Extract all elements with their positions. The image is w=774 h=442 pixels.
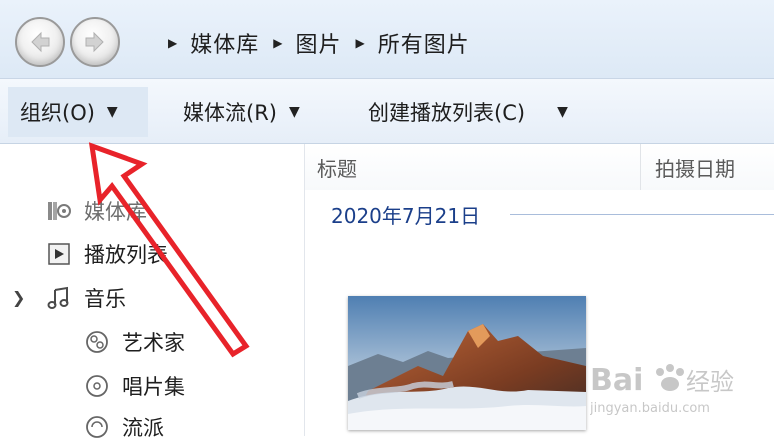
stream-button[interactable]: 媒体流(R) ▼ [183, 87, 300, 137]
nav-label-music: 音乐 [84, 287, 126, 311]
watermark-url: jingyan.baidu.com [590, 401, 710, 416]
photo-thumbnail[interactable] [348, 296, 586, 430]
artist-icon [86, 331, 108, 353]
group-divider [510, 214, 774, 215]
nav-label-playlists: 播放列表 [84, 243, 168, 267]
arrow-left-icon [31, 31, 50, 53]
nav-label-artist: 艺术家 [122, 331, 185, 355]
baidu-paw-icon: Bai 经验 jingyan.baidu.com [589, 363, 734, 416]
watermark-brand-2: 经验 [686, 368, 734, 396]
chevron-right-icon[interactable]: ▶ [273, 36, 283, 50]
column-header-date[interactable]: 拍摄日期 [641, 144, 774, 190]
back-button[interactable] [15, 17, 65, 67]
nav-item-music[interactable]: 音乐 [46, 283, 126, 313]
command-bar: 组织(O) ▼ 媒体流(R) ▼ 创建播放列表(C) ▼ [0, 78, 774, 144]
nav-item-album[interactable]: 唱片集 [84, 371, 185, 401]
nav-label-genre: 流派 [122, 416, 164, 440]
nav-label-album: 唱片集 [122, 375, 185, 399]
nav-item-artist[interactable]: 艺术家 [84, 327, 185, 357]
column-header-title[interactable]: 标题 [305, 144, 641, 190]
chevron-right-icon[interactable]: ▶ [168, 36, 178, 50]
watermark-logo: Bai 经验 jingyan.baidu.com [589, 358, 770, 418]
caret-down-icon: ▼ [288, 104, 300, 120]
album-disc-icon [86, 375, 108, 397]
group-header-date[interactable]: 2020年7月21日 [331, 200, 480, 229]
caret-down-icon: ▼ [557, 104, 568, 120]
nav-item-genre[interactable]: 流派 [84, 412, 164, 442]
playlist-icon [48, 243, 70, 265]
stream-label: 媒体流(R) [183, 101, 277, 125]
column-title-label: 标题 [317, 156, 357, 181]
chevron-down-icon[interactable]: ❯ [12, 288, 25, 307]
navigation-pane: 媒体库 播放列表 ❯ 音乐 艺术家 唱片集 流派 [0, 144, 305, 440]
organize-label: 组织(O) [20, 101, 95, 125]
mountain-photo [348, 296, 586, 430]
genre-icon [86, 416, 108, 438]
create-playlist-label: 创建播放列表(C) [368, 101, 526, 125]
create-playlist-button[interactable]: 创建播放列表(C) ▼ [368, 87, 568, 137]
breadcrumb: ▶ 媒体库 ▶ 图片 ▶ 所有图片 [168, 28, 484, 58]
breadcrumb-all-pictures[interactable]: 所有图片 [378, 27, 470, 59]
library-icon [48, 202, 71, 220]
address-bar: ▶ 媒体库 ▶ 图片 ▶ 所有图片 [0, 0, 774, 78]
nav-label-library: 媒体库 [84, 200, 147, 224]
organize-button[interactable]: 组织(O) ▼ [8, 87, 148, 137]
chevron-right-icon[interactable]: ▶ [356, 36, 366, 50]
music-note-icon [47, 286, 69, 309]
watermark-brand: Bai [590, 363, 643, 398]
nav-item-library[interactable]: 媒体库 [46, 196, 147, 226]
column-date-label: 拍摄日期 [655, 156, 735, 181]
forward-button[interactable] [70, 17, 120, 67]
nav-item-playlists[interactable]: 播放列表 [46, 239, 168, 269]
arrow-right-icon [85, 31, 104, 53]
breadcrumb-pictures[interactable]: 图片 [295, 27, 341, 59]
breadcrumb-library[interactable]: 媒体库 [190, 27, 259, 59]
caret-down-icon: ▼ [106, 104, 118, 120]
